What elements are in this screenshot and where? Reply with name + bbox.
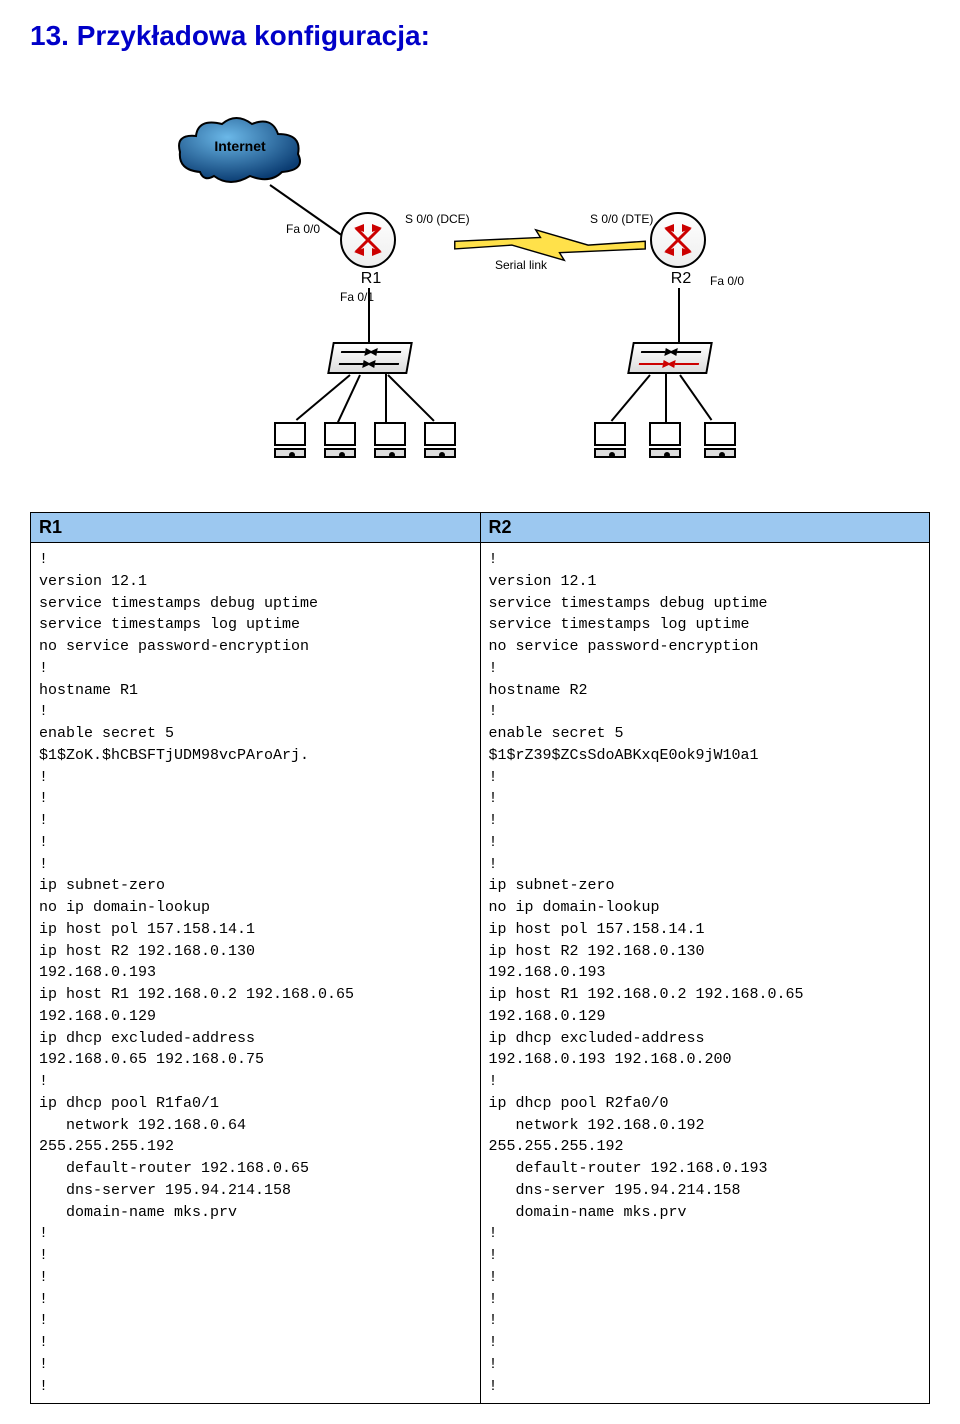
pc-icon [645, 422, 685, 470]
pc-icon [590, 422, 630, 470]
table-header-r2: R2 [480, 513, 930, 543]
router-r2-label: R2 [650, 270, 712, 288]
config-r1: ! version 12.1 service timestamps debug … [31, 543, 481, 1404]
switch1-icon [330, 342, 410, 378]
network-diagram: Internet R1 R2 [30, 72, 930, 482]
router-r2-icon: R2 [650, 212, 712, 274]
pc-icon [320, 422, 360, 470]
label-fa00-right: Fa 0/0 [710, 274, 744, 288]
label-s00-dce: S 0/0 (DCE) [405, 212, 470, 226]
link-sw1-pc3 [385, 374, 387, 422]
config-table: R1 R2 ! version 12.1 service timestamps … [30, 512, 930, 1404]
serial-link-icon [450, 227, 610, 257]
switch2-icon [630, 342, 710, 378]
router-r1-icon: R1 [340, 212, 402, 274]
link-sw2-pc6 [665, 374, 667, 422]
router-r1-label: R1 [340, 270, 402, 288]
table-header-r1: R1 [31, 513, 481, 543]
link-r2-switch2 [678, 288, 680, 344]
pc-icon [700, 422, 740, 470]
link-sw2-pc7 [679, 374, 712, 420]
config-r2: ! version 12.1 service timestamps debug … [480, 543, 930, 1404]
link-sw1-pc4 [387, 374, 434, 421]
label-fa00-left: Fa 0/0 [286, 222, 320, 236]
link-r1-switch1 [368, 288, 370, 344]
pc-icon [370, 422, 410, 470]
label-s00-dte: S 0/0 (DTE) [590, 212, 653, 226]
page-title: 13. Przykładowa konfiguracja: [30, 20, 930, 52]
label-serial-link: Serial link [495, 258, 547, 272]
pc-icon [420, 422, 460, 470]
link-sw2-pc5 [611, 374, 651, 421]
pc-icon [270, 422, 310, 470]
internet-cloud-label: Internet [170, 138, 310, 154]
